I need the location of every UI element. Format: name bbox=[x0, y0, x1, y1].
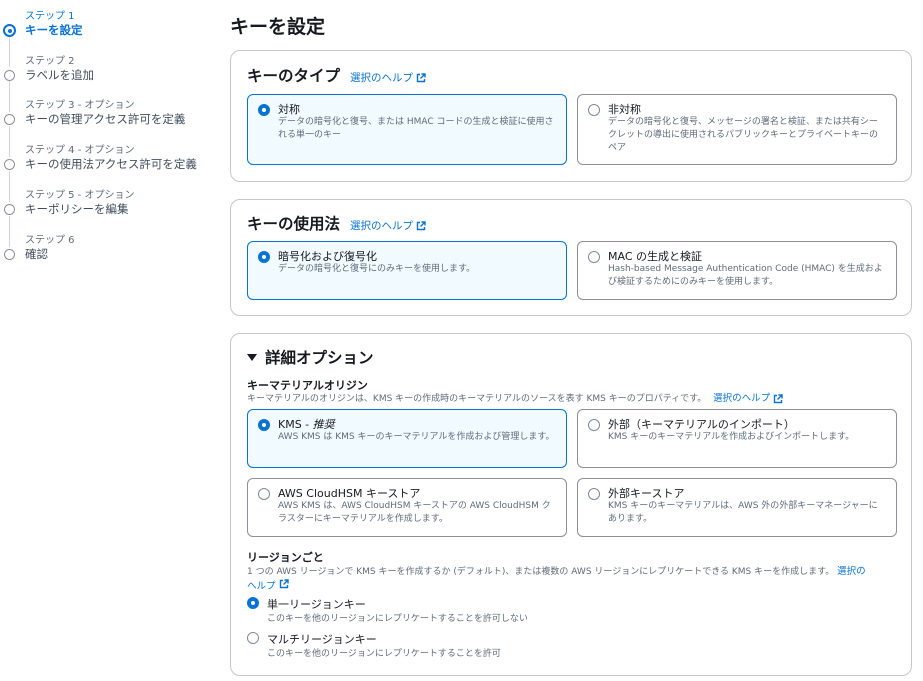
step-connector bbox=[9, 216, 10, 247]
radio-unselected[interactable] bbox=[588, 488, 600, 500]
advanced-options-heading: 詳細オプション bbox=[265, 349, 374, 367]
tile-label: 外部（キーマテリアルのインポート） bbox=[608, 418, 795, 431]
tile-description: データの暗号化と復号にのみキーを使用します。 bbox=[278, 264, 476, 274]
external-link-icon bbox=[416, 72, 426, 82]
external-link-icon bbox=[773, 393, 783, 403]
step-connector bbox=[9, 126, 10, 157]
option-label: マルチリージョンキー bbox=[267, 633, 377, 646]
radio-unselected[interactable] bbox=[588, 419, 600, 431]
tile-label: KMS - 推奨 bbox=[278, 416, 335, 432]
regionality-description: 1 つの AWS リージョンで KMS キーを作成するか (デフォルト)、または… bbox=[247, 565, 897, 594]
external-link-icon bbox=[279, 579, 289, 589]
step-connector bbox=[9, 37, 10, 67]
step-pending-icon bbox=[4, 249, 15, 260]
radio-unselected[interactable] bbox=[588, 104, 600, 116]
step-number: ステップ 3 - オプション bbox=[25, 100, 135, 111]
caret-down-icon bbox=[247, 354, 257, 361]
external-link-icon bbox=[416, 220, 426, 230]
step-pending-icon bbox=[4, 114, 15, 125]
step-number: ステップ 4 - オプション bbox=[25, 145, 135, 156]
origin-cloudhsm-tile[interactable]: AWS CloudHSM キーストア AWS KMS は、AWS CloudHS… bbox=[247, 478, 567, 537]
option-label: 単一リージョンキー bbox=[267, 598, 366, 611]
help-link-label: ヘルプ bbox=[247, 581, 276, 592]
tile-label: AWS CloudHSM キーストア bbox=[278, 487, 421, 500]
tile-description: Hash-based Message Authentication Code (… bbox=[608, 264, 883, 287]
key-origin-description-text: キーマテリアルのオリジンは、KMS キーの作成時のキーマテリアルのソースを表す … bbox=[247, 394, 707, 404]
tile-label-text: KMS - bbox=[278, 418, 313, 431]
tile-description: KMS キーのキーマテリアルは、AWS 外の外部キーマネージャーにあります。 bbox=[608, 501, 878, 524]
step-current-icon bbox=[3, 24, 16, 37]
key-origin-description: キーマテリアルのオリジンは、KMS キーの作成時のキーマテリアルのソースを表す … bbox=[247, 392, 783, 406]
wizard-stepper: ステップ 1 キーを設定 ステップ 2 ラベルを追加 ステップ 3 - オプショ… bbox=[0, 0, 220, 681]
tile-description: データの暗号化と復号、メッセージの署名と検証、または共有シークレットの導出に使用… bbox=[608, 117, 879, 153]
tile-label: 暗号化および復号化 bbox=[278, 250, 377, 263]
step-title: ラベルを追加 bbox=[25, 68, 94, 82]
page-title: キーを設定 bbox=[230, 16, 326, 38]
radio-selected[interactable] bbox=[247, 597, 259, 609]
step-pending-icon bbox=[4, 159, 15, 170]
step-title: キーの管理アクセス許可を定義 bbox=[25, 112, 186, 126]
help-link-label: 選択のヘルプ bbox=[713, 393, 771, 404]
step-title: 確認 bbox=[25, 247, 48, 261]
key-type-heading: キーのタイプ bbox=[247, 67, 341, 85]
origin-external-import-tile[interactable]: 外部（キーマテリアルのインポート） KMS キーのキーマテリアルを作成およびイン… bbox=[577, 409, 897, 468]
radio-unselected[interactable] bbox=[258, 488, 270, 500]
radio-unselected[interactable] bbox=[588, 251, 600, 263]
radio-selected[interactable] bbox=[258, 419, 270, 431]
tile-description: AWS KMS は、AWS CloudHSM キーストアの AWS CloudH… bbox=[278, 501, 551, 524]
tile-description: KMS キーのキーマテリアルを作成およびインポートします。 bbox=[608, 432, 855, 442]
help-link-label: 選択の bbox=[837, 566, 866, 577]
tile-description: AWS KMS は KMS キーのキーマテリアルを作成および管理します。 bbox=[278, 432, 555, 442]
step-number: ステップ 6 bbox=[25, 235, 75, 246]
origin-external-keystore-tile[interactable]: 外部キーストア KMS キーのキーマテリアルは、AWS 外の外部キーマネージャー… bbox=[577, 478, 897, 537]
regionality-description-text: 1 つの AWS リージョンで KMS キーを作成するか (デフォルト)、または… bbox=[247, 567, 835, 577]
advanced-options-toggle[interactable]: 詳細オプション bbox=[247, 346, 374, 368]
step-pending-icon bbox=[4, 204, 15, 215]
origin-kms-tile[interactable]: KMS - 推奨 AWS KMS は KMS キーのキーマテリアルを作成および管… bbox=[247, 409, 567, 468]
key-origin-heading: キーマテリアルオリジン bbox=[247, 379, 368, 392]
step-title: キーの使用法アクセス許可を定義 bbox=[25, 157, 197, 171]
step-number: ステップ 1 bbox=[25, 11, 75, 22]
option-description: このキーを他のリージョンにレプリケートすることを許可 bbox=[267, 649, 501, 659]
step-pending-icon bbox=[4, 70, 15, 81]
key-usage-encrypt-decrypt-tile[interactable]: 暗号化および復号化 データの暗号化と復号にのみキーを使用します。 bbox=[247, 241, 567, 300]
advanced-options-panel: 詳細オプション キーマテリアルオリジン キーマテリアルのオリジンは、KMS キー… bbox=[230, 333, 912, 676]
tile-label: 非対称 bbox=[608, 103, 641, 116]
radio-selected[interactable] bbox=[258, 104, 270, 116]
radio-selected[interactable] bbox=[258, 251, 270, 263]
regionality-heading: リージョンごと bbox=[247, 551, 324, 564]
key-type-asymmetric-tile[interactable]: 非対称 データの暗号化と復号、メッセージの署名と検証、または共有シークレットの導… bbox=[577, 94, 897, 165]
option-description: このキーを他のリージョンにレプリケートすることを許可しない bbox=[267, 614, 528, 624]
recommended-label: 推奨 bbox=[312, 418, 335, 431]
step-title: キーを設定 bbox=[25, 23, 83, 37]
step-connector bbox=[9, 171, 10, 202]
step-connector bbox=[9, 81, 10, 112]
key-type-help-link[interactable]: 選択のヘルプ bbox=[350, 70, 426, 85]
step-number: ステップ 5 - オプション bbox=[25, 190, 135, 201]
key-usage-mac-tile[interactable]: MAC の生成と検証 Hash-based Message Authentica… bbox=[577, 241, 897, 300]
key-origin-help-link[interactable]: 選択のヘルプ bbox=[713, 392, 783, 405]
key-usage-panel: キーの使用法 選択のヘルプ 暗号化および復号化 データの暗号化と復号にのみキーを… bbox=[230, 199, 912, 316]
help-link-label: 選択のヘルプ bbox=[350, 220, 414, 232]
tile-description: データの暗号化と復号、または HMAC コードの生成と検証に使用される単一のキー bbox=[278, 117, 554, 140]
key-type-symmetric-tile[interactable]: 対称 データの暗号化と復号、または HMAC コードの生成と検証に使用される単一… bbox=[247, 94, 567, 165]
tile-label: 対称 bbox=[278, 103, 300, 116]
radio-unselected[interactable] bbox=[247, 632, 259, 644]
tile-label: 外部キーストア bbox=[608, 487, 685, 500]
key-type-panel: キーのタイプ 選択のヘルプ 対称 データの暗号化と復号、または HMAC コード… bbox=[230, 50, 912, 182]
help-link-label: 選択のヘルプ bbox=[350, 72, 414, 84]
key-usage-heading: キーの使用法 bbox=[247, 215, 341, 233]
tile-label: MAC の生成と検証 bbox=[608, 250, 702, 263]
step-title: キーポリシーを編集 bbox=[25, 202, 129, 216]
key-usage-help-link[interactable]: 選択のヘルプ bbox=[350, 218, 426, 233]
step-number: ステップ 2 bbox=[25, 56, 75, 67]
